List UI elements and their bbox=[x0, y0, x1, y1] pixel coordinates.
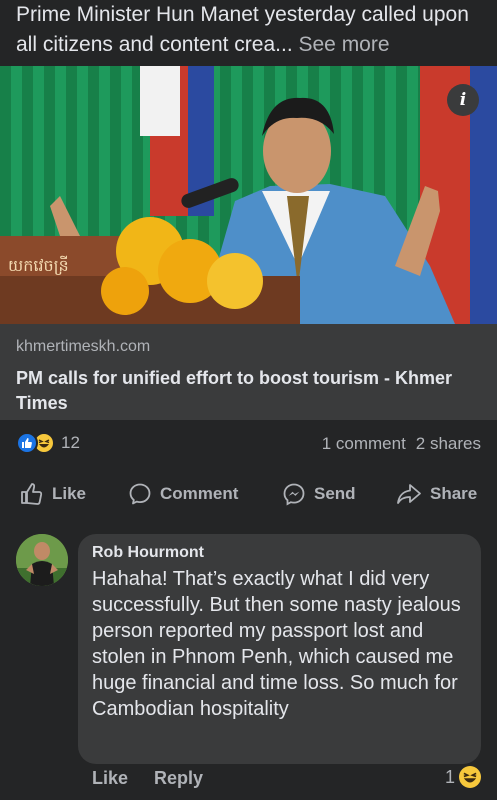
comment-button[interactable]: Comment bbox=[128, 482, 238, 506]
info-icon[interactable]: i bbox=[447, 84, 479, 116]
thumbs-up-icon bbox=[21, 483, 43, 505]
share-label: Share bbox=[430, 484, 478, 503]
share-arrow-icon bbox=[397, 484, 421, 504]
comment-actions: Like Reply bbox=[92, 768, 203, 789]
comment-count-link[interactable]: 1 comment bbox=[322, 434, 406, 454]
podium-text: យកវេចន្រី bbox=[8, 255, 69, 275]
messenger-icon bbox=[283, 483, 305, 506]
post-action-bar: Like Comment Send Share bbox=[0, 474, 497, 514]
comment-text: Hahaha! That’s exactly what I did very s… bbox=[92, 568, 461, 720]
like-label: Like bbox=[52, 484, 87, 503]
comment-bubble: Rob Hourmont Hahaha! That’s exactly what… bbox=[78, 534, 481, 764]
reactions-summary[interactable]: 12 bbox=[16, 432, 80, 454]
post-text: Prime Minister Hun Manet yesterday calle… bbox=[16, 0, 486, 60]
comment-label: Comment bbox=[160, 484, 239, 503]
news-photo: យកវេចន្រី bbox=[0, 66, 497, 324]
share-button[interactable]: Share bbox=[396, 482, 477, 506]
link-domain: khmertimeskh.com bbox=[16, 338, 151, 355]
link-title[interactable]: PM calls for unified effort to boost tou… bbox=[16, 366, 476, 416]
like-button[interactable]: Like bbox=[20, 482, 86, 506]
post-caption: Prime Minister Hun Manet yesterday calle… bbox=[16, 3, 469, 56]
post-stats: 12 1 comment 2 shares bbox=[0, 424, 497, 464]
comment-reaction-count: 1 bbox=[444, 766, 455, 787]
comment-bubble-icon bbox=[129, 483, 151, 505]
reaction-count: 12 bbox=[61, 433, 80, 452]
like-reaction-icon bbox=[16, 432, 38, 454]
share-count-link[interactable]: 2 shares bbox=[416, 434, 481, 454]
comment-reactions[interactable]: 1 bbox=[445, 766, 481, 788]
send-button[interactable]: Send bbox=[282, 482, 356, 506]
comment-like-button[interactable]: Like bbox=[92, 768, 128, 789]
link-card[interactable]: khmertimeskh.com PM calls for unified ef… bbox=[0, 324, 497, 420]
comment-author[interactable]: Rob Hourmont bbox=[92, 544, 467, 562]
haha-reaction-icon bbox=[459, 766, 481, 788]
send-label: Send bbox=[314, 484, 356, 503]
comment-reply-button[interactable]: Reply bbox=[154, 768, 203, 789]
avatar[interactable] bbox=[16, 534, 68, 586]
link-preview-image[interactable]: យកវេចន្រី i bbox=[0, 66, 497, 324]
see-more-link[interactable]: See more bbox=[293, 33, 389, 56]
